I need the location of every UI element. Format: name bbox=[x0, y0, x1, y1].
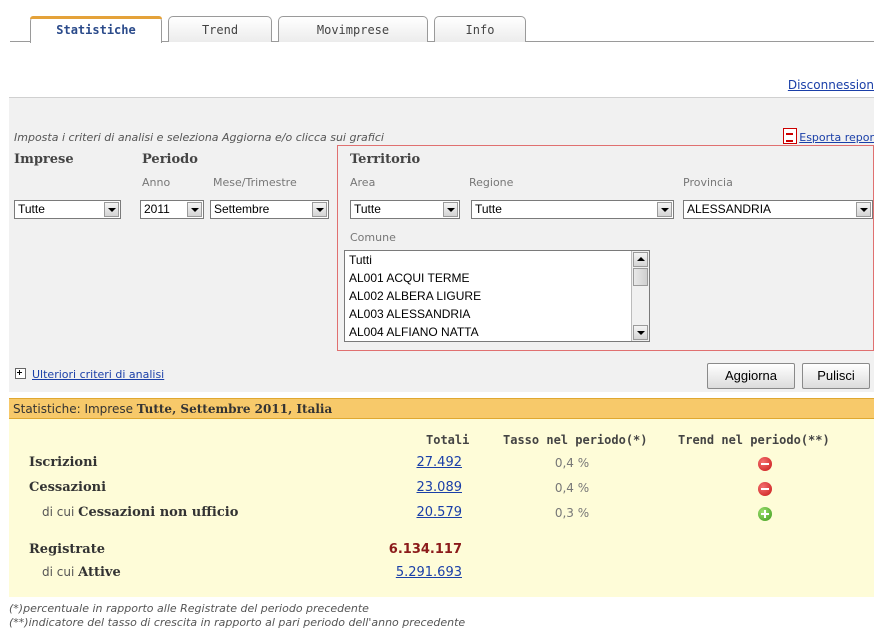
list-item[interactable]: AL004 ALFIANO NATTA bbox=[345, 323, 649, 341]
territorio-heading: Territorio bbox=[350, 152, 421, 167]
chevron-down-icon[interactable] bbox=[443, 202, 458, 217]
stats-header-bold: Tutte, Settembre 2011, Italia bbox=[136, 402, 333, 416]
list-item[interactable]: Tutti bbox=[345, 251, 649, 269]
mese-label: Mese/Trimestre bbox=[213, 176, 297, 189]
periodo-heading: Periodo bbox=[142, 152, 198, 167]
list-item[interactable]: AL003 ALESSANDRIA bbox=[345, 305, 649, 323]
row-label-text: Attive bbox=[78, 565, 121, 580]
rate-iscrizioni: 0,4 % bbox=[554, 456, 590, 470]
imprese-select[interactable]: Tutte bbox=[14, 200, 121, 219]
anno-select-value: 2011 bbox=[144, 202, 170, 216]
more-criteria-label: Ulteriori criteri di analisi bbox=[32, 368, 165, 381]
col-tasso: Tasso nel periodo(*) bbox=[503, 433, 648, 447]
pdf-icon bbox=[783, 128, 798, 144]
mese-select-value: Settembre bbox=[214, 202, 270, 216]
imprese-heading: Imprese bbox=[14, 152, 74, 167]
aggiorna-button[interactable]: Aggiorna bbox=[707, 363, 795, 389]
criteria-panel: Imposta i criteri di analisi e seleziona… bbox=[9, 97, 874, 392]
expand-plus-icon[interactable] bbox=[15, 368, 26, 379]
stats-body: Totali Tasso nel periodo(*) Trend nel pe… bbox=[9, 419, 874, 597]
list-item[interactable]: AL001 ACQUI TERME bbox=[345, 269, 649, 287]
rate-cessazioni: 0,4 % bbox=[554, 481, 590, 495]
export-report-link[interactable]: Esporta repor bbox=[783, 128, 874, 144]
area-select[interactable]: Tutte bbox=[350, 200, 460, 219]
tab-trend[interactable]: Trend bbox=[168, 16, 272, 42]
regione-label: Regione bbox=[469, 176, 514, 189]
imprese-select-value: Tutte bbox=[18, 202, 45, 216]
chevron-down-icon[interactable] bbox=[856, 202, 871, 217]
row-label-text: Cessazioni non ufficio bbox=[78, 505, 239, 520]
trend-down-icon bbox=[758, 482, 772, 496]
footnote-rate: (*)percentuale in rapporto alle Registra… bbox=[9, 602, 369, 615]
criteria-hint: Imposta i criteri di analisi e seleziona… bbox=[14, 131, 384, 144]
disconnect-link[interactable]: Disconnession bbox=[788, 78, 874, 92]
more-criteria-link[interactable]: Ulteriori criteri di analisi bbox=[15, 368, 164, 381]
stats-header: Statistiche: Imprese Tutte, Settembre 20… bbox=[9, 398, 874, 419]
total-cessazioni-non-ufficio[interactable]: 20.579 bbox=[342, 505, 463, 520]
chevron-down-icon[interactable] bbox=[187, 202, 202, 217]
scroll-down-icon[interactable] bbox=[633, 325, 648, 340]
provincia-select-value: ALESSANDRIA bbox=[687, 202, 772, 216]
footnote-trend: (**)indicatore del tasso di crescita in … bbox=[9, 616, 466, 629]
row-prefix: di cui bbox=[42, 505, 79, 519]
provincia-label: Provincia bbox=[683, 176, 733, 189]
comune-listbox[interactable]: Tutti AL001 ACQUI TERME AL002 ALBERA LIG… bbox=[344, 250, 650, 342]
trend-down-icon bbox=[758, 457, 772, 471]
comune-label: Comune bbox=[350, 231, 396, 244]
stats-header-prefix: Statistiche: Imprese bbox=[13, 402, 137, 416]
comune-scrollbar[interactable] bbox=[631, 251, 649, 341]
mese-select[interactable]: Settembre bbox=[210, 200, 329, 219]
tab-movimprese[interactable]: Movimprese bbox=[278, 16, 428, 42]
chevron-down-icon[interactable] bbox=[657, 202, 672, 217]
regione-select[interactable]: Tutte bbox=[471, 200, 674, 219]
trend-up-icon bbox=[758, 507, 772, 521]
row-label-iscrizioni: Iscrizioni bbox=[29, 455, 98, 470]
chevron-down-icon[interactable] bbox=[312, 202, 327, 217]
total-cessazioni[interactable]: 23.089 bbox=[342, 480, 463, 495]
row-label-attive: di cui Attive bbox=[42, 565, 121, 580]
row-prefix: di cui bbox=[42, 565, 79, 579]
tab-info[interactable]: Info bbox=[434, 16, 526, 42]
scroll-up-icon[interactable] bbox=[633, 252, 648, 267]
col-trend: Trend nel periodo(**) bbox=[678, 433, 830, 447]
anno-select[interactable]: 2011 bbox=[140, 200, 204, 219]
row-label-cessazioni-non-ufficio: di cui Cessazioni non ufficio bbox=[42, 505, 238, 520]
row-label-registrate: Registrate bbox=[29, 542, 105, 557]
list-item[interactable]: AL002 ALBERA LIGURE bbox=[345, 287, 649, 305]
regione-select-value: Tutte bbox=[475, 202, 502, 216]
tab-bar: Statistiche Trend Movimprese Info bbox=[0, 0, 874, 44]
tab-statistiche[interactable]: Statistiche bbox=[30, 16, 162, 43]
chevron-down-icon[interactable] bbox=[104, 202, 119, 217]
col-totali: Totali bbox=[426, 433, 470, 447]
provincia-select[interactable]: ALESSANDRIA bbox=[683, 200, 873, 219]
total-attive[interactable]: 5.291.693 bbox=[342, 565, 462, 580]
scroll-thumb[interactable] bbox=[633, 268, 648, 286]
area-label: Area bbox=[350, 176, 376, 189]
row-label-cessazioni: Cessazioni bbox=[29, 480, 107, 495]
anno-label: Anno bbox=[142, 176, 171, 189]
total-iscrizioni[interactable]: 27.492 bbox=[342, 455, 463, 470]
total-registrate: 6.134.117 bbox=[388, 542, 462, 557]
pulisci-button[interactable]: Pulisci bbox=[802, 363, 870, 389]
export-label: Esporta repor bbox=[799, 131, 874, 144]
rate-cessazioni-non-ufficio: 0,3 % bbox=[554, 506, 590, 520]
area-select-value: Tutte bbox=[354, 202, 381, 216]
